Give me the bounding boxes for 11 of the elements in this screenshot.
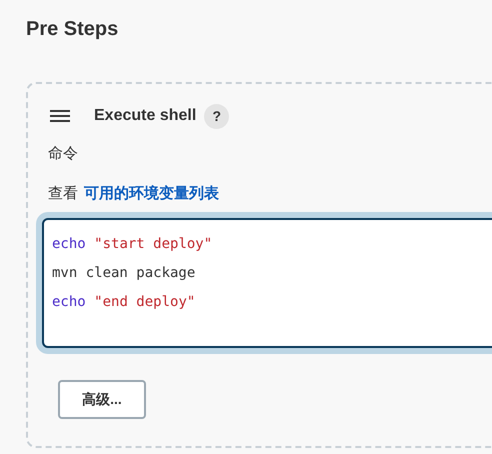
code-line: echo "start deploy"	[52, 235, 212, 254]
help-button[interactable]: ?	[204, 104, 230, 128]
env-variables-link[interactable]: 可用的环境变量列表	[84, 182, 219, 206]
field-label: 命令	[48, 144, 79, 164]
code-line: echo "end deploy"	[52, 293, 196, 312]
menu-icon[interactable]	[50, 110, 70, 122]
step-title: Execute shell	[94, 106, 196, 126]
section-title: Pre Steps	[26, 17, 120, 42]
hint-text: 查看	[48, 184, 78, 204]
advanced-button[interactable]: 高级...	[58, 380, 146, 419]
code-line: mvn clean package	[52, 264, 196, 283]
